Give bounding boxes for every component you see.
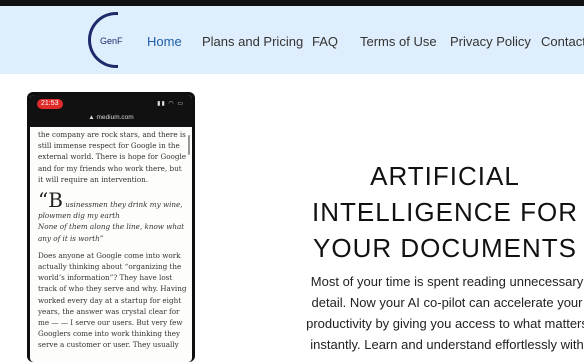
phone-screen: 21:53 ▮▮ ◠ ▭ ▲ medium.com the company ar…	[30, 95, 192, 362]
site-header: GenF Home Plans and Pricing FAQ Terms of…	[0, 6, 584, 74]
nav-contact[interactable]: Contact	[541, 34, 584, 49]
phone-time: 21:53	[37, 99, 63, 109]
hero-subtext: Most of your time is spent reading unnec…	[306, 274, 584, 352]
article-quote: “B usinessmen they drink my wine, plowme…	[38, 188, 188, 244]
phone-url: ▲ medium.com	[88, 114, 134, 121]
phone-status-bar: 21:53 ▮▮ ◠ ▭ ▲ medium.com	[30, 95, 192, 127]
nav-faq[interactable]: FAQ	[312, 34, 338, 49]
nav-terms-of-use[interactable]: Terms of Use	[360, 34, 437, 49]
hero-headline: ARTIFICIAL INTELLIGENCE FOR YOUR DOCUMEN…	[312, 161, 578, 263]
logo-text: GenF	[100, 36, 123, 46]
phone-mockup: 21:53 ▮▮ ◠ ▭ ▲ medium.com the company ar…	[27, 92, 195, 362]
nav-home[interactable]: Home	[147, 34, 182, 49]
nav-plans-and-pricing[interactable]: Plans and Pricing	[202, 34, 303, 49]
scrollbar[interactable]	[188, 135, 190, 155]
article-text: the company are rock stars, and there is…	[38, 129, 188, 355]
article-paragraph-2: Does anyone at Google come into work act…	[38, 250, 187, 350]
nav-privacy-policy[interactable]: Privacy Policy	[450, 34, 531, 49]
signal-wifi-battery-icon: ▮▮ ◠ ▭	[157, 101, 184, 107]
quote-mark: “B	[38, 188, 63, 213]
quote-line-2: None of them along the line, know what a…	[38, 222, 185, 243]
article-paragraph-1: the company are rock stars, and there is…	[38, 130, 187, 184]
